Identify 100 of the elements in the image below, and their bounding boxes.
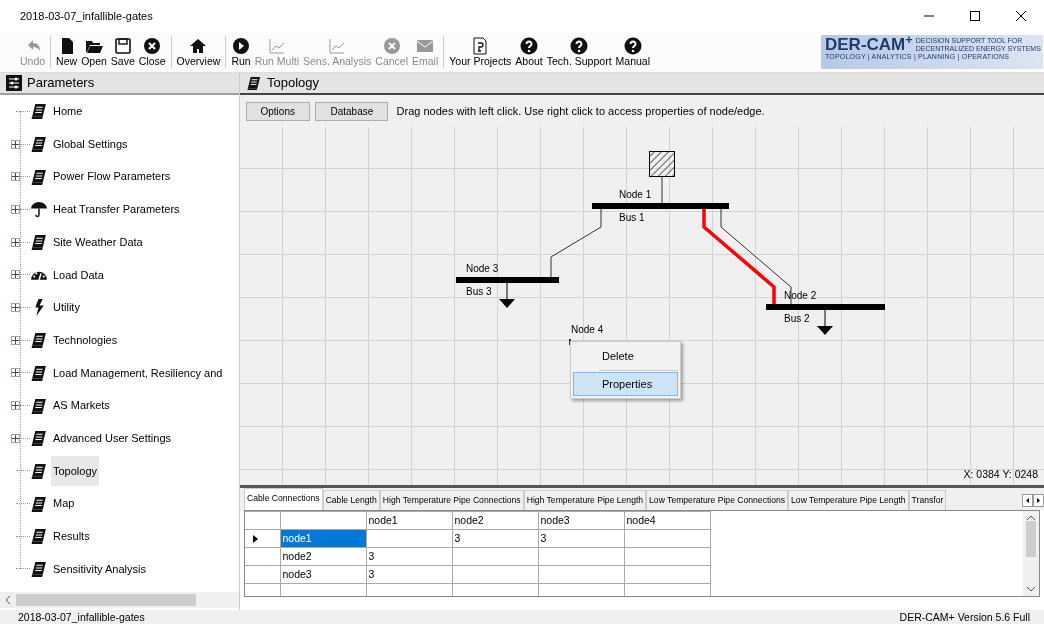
- logo-title: DER-CAM$^{+}$: [825, 36, 913, 53]
- toolbar-button[interactable]: Overview: [174, 32, 223, 72]
- help-icon: [623, 37, 642, 55]
- toolbar-button[interactable]: Close: [136, 32, 168, 72]
- expand-icon[interactable]: [11, 368, 20, 378]
- expand-icon[interactable]: [11, 302, 20, 312]
- expand-icon[interactable]: [11, 204, 20, 214]
- expand-icon[interactable]: [11, 172, 20, 182]
- cable-line[interactable]: [702, 209, 776, 304]
- close-icon: [1016, 11, 1026, 21]
- generator-icon[interactable]: [649, 151, 675, 204]
- tab[interactable]: Cable Length: [322, 490, 380, 510]
- column-header: node3: [538, 511, 624, 530]
- tab[interactable]: Low Temperature Pipe Connections: [646, 490, 789, 510]
- tree-item[interactable]: Global Settings: [51, 128, 130, 160]
- save-icon: [113, 37, 132, 55]
- tab[interactable]: High Temperature Pipe Connections: [379, 490, 524, 510]
- toolbar-button[interactable]: Database: [315, 101, 389, 121]
- book-icon: [30, 102, 48, 121]
- cursor-coordinates: X: 0384 Y: 0248: [963, 467, 1038, 483]
- table-cell[interactable]: 3: [366, 565, 452, 584]
- toolbar-button[interactable]: Run: [229, 32, 253, 72]
- expand-icon[interactable]: [11, 139, 20, 149]
- toolbar-button[interactable]: Tech. Support: [544, 32, 614, 72]
- tree-item[interactable]: Power Flow Parameters: [51, 161, 173, 192]
- tree-item[interactable]: Advanced User Settings: [51, 422, 173, 454]
- horizontal-scrollbar[interactable]: [0, 592, 239, 608]
- book-icon: [30, 559, 48, 578]
- tree-item[interactable]: Load Data: [51, 259, 106, 291]
- expand-icon[interactable]: [11, 401, 20, 411]
- hint-text: Drag nodes with left click. Use right click to access properties of node/edge.: [396, 103, 765, 119]
- table-cell[interactable]: 3: [538, 529, 624, 548]
- table-cell[interactable]: node2: [280, 547, 366, 566]
- toolbar-button[interactable]: New: [54, 32, 80, 72]
- status-text: DER-CAM+ Version 5.6 Full: [899, 610, 1030, 624]
- row-pointer-icon: [253, 534, 259, 543]
- tree-item[interactable]: Site Weather Data: [51, 226, 145, 258]
- book-icon: [30, 527, 48, 546]
- bus-label: Bus 2: [784, 313, 810, 324]
- tab[interactable]: Transfor: [908, 490, 947, 510]
- chart-icon: [267, 37, 286, 55]
- toolbar-button[interactable]: About: [513, 32, 545, 72]
- node-label: Node 1: [619, 189, 652, 200]
- tree-item[interactable]: AS Markets: [51, 390, 112, 421]
- tree-item[interactable]: Technologies: [51, 324, 120, 356]
- window-title: 2018-03-07_infallible-gates: [20, 8, 153, 24]
- help-icon: [520, 37, 539, 55]
- book-icon: [30, 233, 48, 252]
- tree-item[interactable]: Load Management, Resiliency and: [51, 357, 225, 389]
- cancel-icon: [382, 37, 401, 55]
- toolbar-button[interactable]: Your Projects: [447, 32, 514, 72]
- vertical-scrollbar[interactable]: [1023, 511, 1039, 596]
- cable-line[interactable]: [550, 208, 602, 278]
- table-cell[interactable]: 3: [452, 529, 538, 548]
- tree-item[interactable]: Map: [51, 488, 77, 519]
- book-icon: [30, 429, 48, 448]
- toolbar-button[interactable]: Options: [245, 101, 310, 121]
- book-icon: [30, 167, 48, 186]
- tree-item[interactable]: Sensitivity Analysis: [51, 553, 148, 585]
- toolbar-button[interactable]: Manual: [613, 32, 652, 72]
- load-arrow-icon[interactable]: [817, 309, 833, 335]
- table-cell[interactable]: 3: [366, 547, 452, 566]
- expand-icon[interactable]: [11, 335, 20, 345]
- expand-icon[interactable]: [11, 433, 20, 443]
- panel-title: Parameters: [27, 74, 95, 93]
- tree-item[interactable]: Topology: [51, 455, 100, 487]
- envelope-icon: [416, 37, 435, 55]
- row-header[interactable]: [245, 529, 280, 548]
- home-icon: [189, 37, 208, 55]
- tab[interactable]: High Temperature Pipe Length: [523, 490, 647, 510]
- table-cell[interactable]: node3: [280, 565, 366, 584]
- tree-item[interactable]: Home: [51, 96, 85, 127]
- toolbar-button[interactable]: Open: [79, 32, 109, 72]
- book-icon: [30, 135, 48, 154]
- column-header: node4: [624, 511, 710, 530]
- expand-icon[interactable]: [11, 237, 20, 247]
- menu-item[interactable]: Delete: [573, 344, 678, 369]
- maximize-icon: [970, 11, 980, 21]
- tree-item[interactable]: Results: [51, 521, 92, 552]
- tab[interactable]: Low Temperature Pipe Length: [788, 490, 909, 510]
- book-icon: [30, 331, 48, 350]
- book-icon: [30, 363, 48, 382]
- toolbar-button[interactable]: Save: [108, 32, 137, 72]
- expand-icon[interactable]: [11, 270, 20, 280]
- menu-item[interactable]: Properties: [573, 371, 678, 396]
- node-label: Node 3: [466, 263, 499, 274]
- load-arrow-icon[interactable]: [499, 282, 515, 308]
- tree-item[interactable]: Utility: [51, 292, 82, 323]
- book-icon: [245, 75, 262, 91]
- node-label: Node 2: [784, 290, 817, 301]
- bus-label: Bus 1: [619, 212, 645, 223]
- tab[interactable]: Cable Connections: [244, 488, 323, 510]
- tree-item[interactable]: Heat Transfer Parameters: [51, 194, 182, 225]
- help-icon: [570, 37, 589, 55]
- chart-icon: [328, 37, 347, 55]
- scroll-arrows-icon[interactable]: [1022, 494, 1044, 507]
- book-icon: [30, 461, 48, 480]
- sliders-icon: [5, 75, 22, 91]
- document-icon: [471, 37, 490, 55]
- umbrella-icon: [30, 200, 48, 219]
